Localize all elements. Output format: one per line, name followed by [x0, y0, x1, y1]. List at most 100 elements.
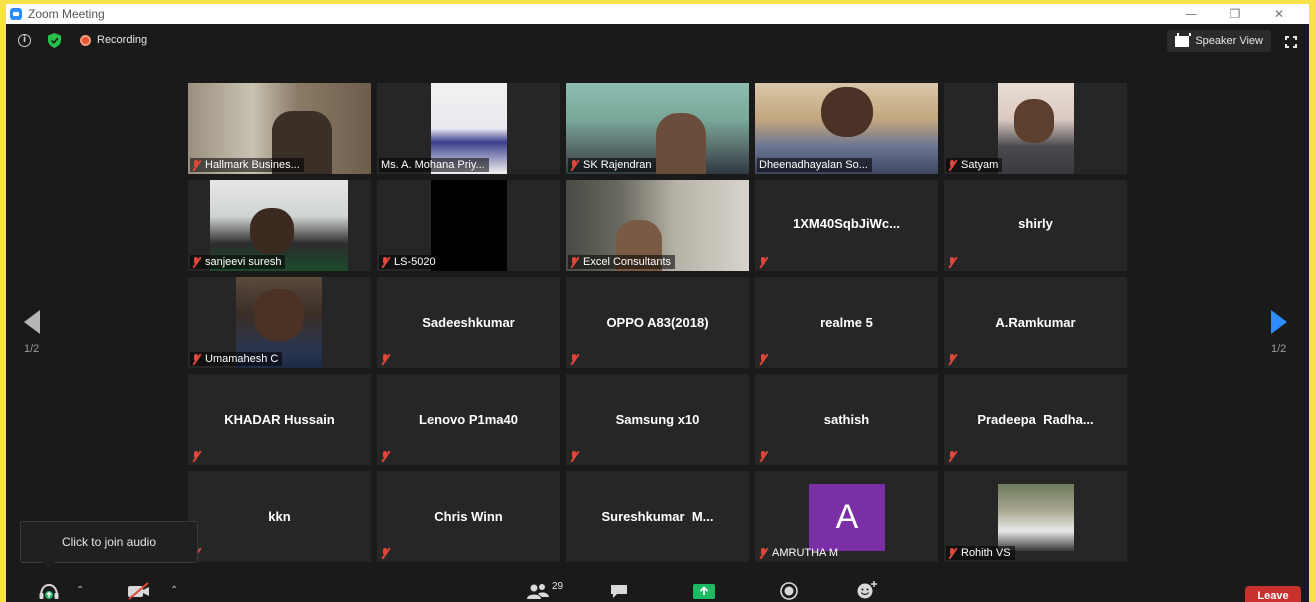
participant-tile-active-speaker[interactable]: Dheenadhayalan So...: [755, 83, 938, 174]
video-options-chevron-icon[interactable]: ⌃: [170, 585, 178, 596]
mic-muted-icon: [759, 451, 768, 462]
participant-tile[interactable]: Lenovo P1ma40: [377, 374, 560, 465]
participant-tile[interactable]: Sadeeshkumar: [377, 277, 560, 368]
record-icon[interactable]: [779, 582, 799, 600]
window-title: Zoom Meeting: [28, 7, 105, 21]
participant-tile[interactable]: realme 5: [755, 277, 938, 368]
participant-tile[interactable]: Chris Winn: [377, 471, 560, 562]
minimize-button[interactable]: —: [1169, 4, 1213, 24]
participant-name-label: Hallmark Busines...: [190, 158, 304, 172]
chat-icon[interactable]: [609, 582, 629, 600]
participant-name-label: Rohith VS: [946, 546, 1015, 560]
leave-meeting-button[interactable]: Leave: [1245, 586, 1301, 602]
participant-tile[interactable]: Satyam: [944, 83, 1127, 174]
zoom-window: Zoom Meeting — ❐ ✕ i Recording Speaker V…: [6, 4, 1309, 602]
previous-page-nav[interactable]: 1/2: [24, 310, 40, 355]
mic-muted-icon: [759, 257, 768, 268]
participant-tile[interactable]: OPPO A83(2018): [566, 277, 749, 368]
previous-page-arrow-icon[interactable]: [24, 310, 40, 334]
participant-tile[interactable]: Ms. A. Mohana Priy...: [377, 83, 560, 174]
recording-label: Recording: [97, 34, 148, 46]
share-screen-icon[interactable]: [692, 582, 716, 600]
participant-tile[interactable]: sanjeevi suresh: [188, 180, 371, 271]
video-off-icon[interactable]: [126, 582, 152, 600]
participant-name-label: [946, 256, 965, 269]
participant-tile[interactable]: 1XM40SqbJiWc...: [755, 180, 938, 271]
speaker-view-label: Speaker View: [1195, 35, 1263, 47]
page-indicator-right: 1/2: [1271, 343, 1287, 355]
mic-muted-icon: [948, 257, 957, 268]
audio-options-chevron-icon[interactable]: ⌃: [76, 585, 84, 596]
mic-muted-icon: [948, 159, 957, 171]
participant-name-label: [946, 353, 965, 366]
mic-muted-icon: [948, 451, 957, 462]
participant-name-label: Umamahesh C: [190, 352, 283, 366]
participant-name-label: [568, 353, 587, 366]
participant-tile[interactable]: Samsung x10: [566, 374, 749, 465]
info-icon[interactable]: i: [18, 34, 31, 47]
participant-tile[interactable]: A AMRUTHA M: [755, 471, 938, 562]
participant-tile[interactable]: Hallmark Busines...: [188, 83, 371, 174]
fullscreen-icon[interactable]: [1285, 36, 1297, 48]
encryption-shield-icon[interactable]: [48, 33, 61, 48]
participant-tile[interactable]: SK Rajendran: [566, 83, 749, 174]
page-indicator-left: 1/2: [24, 343, 40, 355]
join-audio-tooltip: Click to join audio: [20, 521, 198, 568]
participant-video: [431, 180, 507, 271]
participant-tile[interactable]: KHADAR Hussain: [188, 374, 371, 465]
mic-muted-icon: [570, 354, 579, 365]
participant-tile[interactable]: Excel Consultants: [566, 180, 749, 271]
participant-name-label: Dheenadhayalan So...: [757, 158, 872, 172]
mic-muted-icon: [570, 256, 579, 268]
participant-name-label: Excel Consultants: [568, 255, 676, 269]
participant-display-name: OPPO A83(2018): [606, 315, 709, 330]
meeting-toolbar: ⌃ ⌃ 29 Leave: [6, 572, 1309, 602]
participant-display-name: Lenovo P1ma40: [419, 412, 518, 427]
participant-display-name: Sureshkumar M...: [601, 509, 714, 524]
mic-muted-icon: [381, 451, 390, 462]
title-bar: Zoom Meeting — ❐ ✕: [6, 4, 1309, 24]
mic-muted-icon: [192, 451, 201, 462]
participant-tile[interactable]: LS-5020: [377, 180, 560, 271]
participant-name-label: SK Rajendran: [568, 158, 656, 172]
next-page-nav[interactable]: 1/2: [1271, 310, 1287, 355]
participant-tile[interactable]: Pradeepa Radha...: [944, 374, 1127, 465]
participant-tile[interactable]: Sureshkumar M...: [566, 471, 749, 562]
participant-name-label: [379, 450, 398, 463]
participant-tile[interactable]: sathish: [755, 374, 938, 465]
mic-muted-icon: [759, 547, 768, 559]
mic-muted-icon: [192, 159, 201, 171]
participant-name-label: [757, 256, 776, 269]
participant-tile[interactable]: A.Ramkumar: [944, 277, 1127, 368]
participant-tile[interactable]: Umamahesh C: [188, 277, 371, 368]
speaker-view-button[interactable]: Speaker View: [1167, 30, 1271, 52]
reactions-icon[interactable]: [856, 580, 878, 600]
participant-display-name: Sadeeshkumar: [422, 315, 515, 330]
close-button[interactable]: ✕: [1257, 4, 1301, 24]
participant-name-label: Ms. A. Mohana Priy...: [379, 158, 489, 172]
mic-muted-icon: [192, 353, 201, 365]
participant-video-detail: [656, 113, 706, 174]
next-page-arrow-icon[interactable]: [1271, 310, 1287, 334]
participant-display-name: sathish: [823, 412, 870, 427]
headphones-join-audio-icon[interactable]: [38, 582, 60, 600]
mic-muted-icon: [570, 451, 579, 462]
participant-tile[interactable]: Rohith VS: [944, 471, 1127, 562]
restore-button[interactable]: ❐: [1213, 4, 1257, 24]
participant-tile[interactable]: shirly: [944, 180, 1127, 271]
participant-name-label: [190, 450, 209, 463]
participant-display-name: shirly: [1018, 216, 1053, 231]
mic-muted-icon: [759, 354, 768, 365]
participant-name-label: [379, 353, 398, 366]
participant-tile[interactable]: kkn: [188, 471, 371, 562]
participant-name-label: [946, 450, 965, 463]
participants-icon[interactable]: [526, 582, 550, 600]
participant-name-label: sanjeevi suresh: [190, 255, 286, 269]
window-controls: — ❐ ✕: [1169, 4, 1301, 24]
participant-name-label: [568, 450, 587, 463]
participant-video-detail: [821, 87, 873, 137]
meeting-top-bar: i Recording Speaker View: [6, 24, 1309, 58]
participants-count: 29: [552, 581, 564, 592]
participant-display-name: A.Ramkumar: [995, 315, 1076, 330]
recording-icon: [80, 35, 91, 46]
